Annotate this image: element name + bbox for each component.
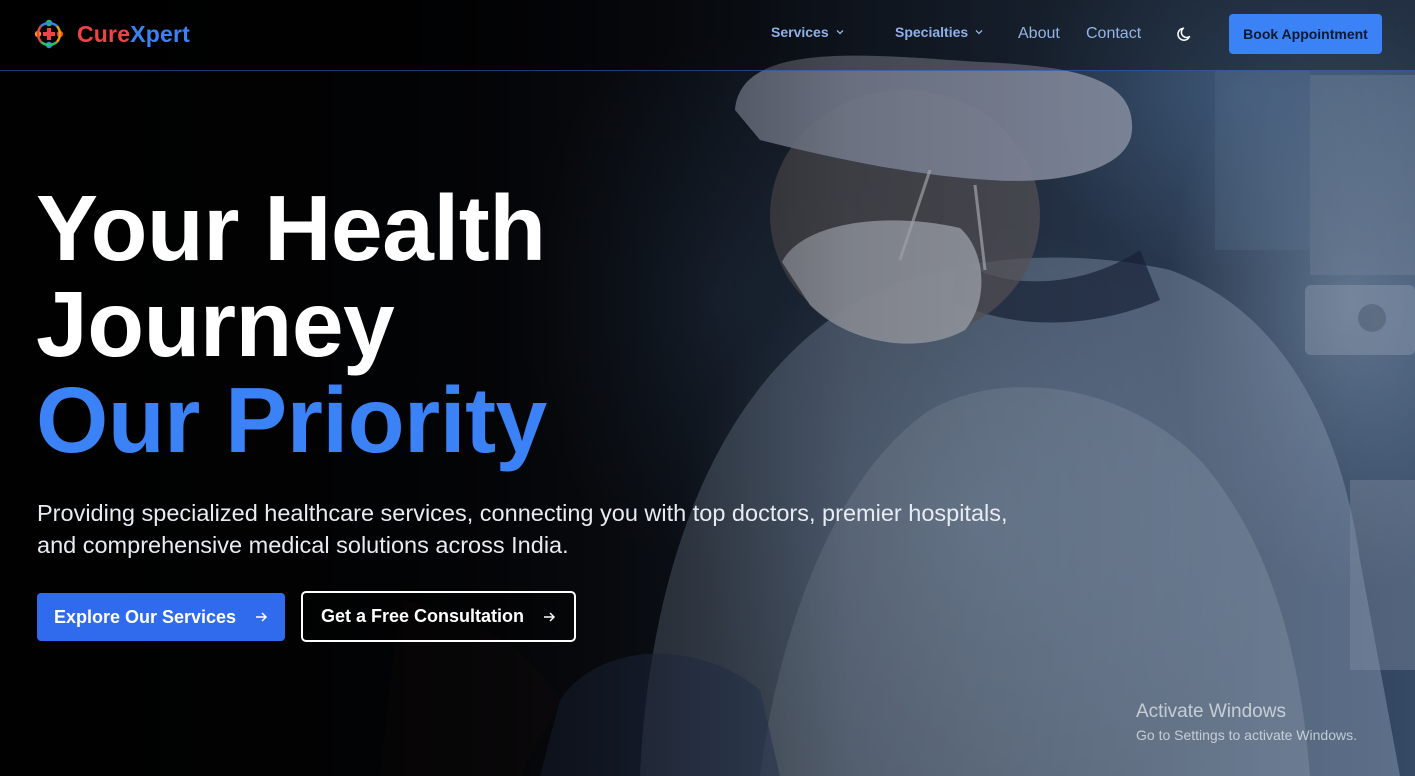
explore-services-button[interactable]: Explore Our Services	[37, 593, 285, 641]
brand-name: CureXpert	[77, 21, 190, 48]
brand-logo-link[interactable]: CureXpert	[33, 16, 190, 52]
headline-line-1: Your Health	[36, 176, 546, 280]
brand-name-part1: Cure	[77, 20, 131, 47]
arrow-right-icon	[256, 612, 268, 622]
arrow-right-icon	[544, 611, 556, 622]
free-consultation-button[interactable]: Get a Free Consultation	[301, 591, 576, 642]
watermark-title: Activate Windows	[1136, 701, 1286, 722]
moon-icon[interactable]	[1176, 25, 1194, 43]
activate-windows-watermark: Activate Windows Go to Settings to activ…	[1136, 700, 1357, 745]
nav-about-link[interactable]: About	[1018, 25, 1060, 43]
top-navbar: CureXpert Services Specialties About Con…	[0, 0, 1415, 71]
watermark-subtitle: Go to Settings to activate Windows.	[1136, 727, 1357, 743]
chevron-down-icon	[836, 30, 844, 35]
nav-services-label: Services	[771, 24, 829, 40]
medical-people-cross-icon	[34, 19, 64, 49]
explore-services-label: Explore Our Services	[53, 606, 237, 627]
nav-contact-link[interactable]: Contact	[1086, 25, 1141, 43]
headline-line-3: Our Priority	[36, 368, 547, 472]
nav-specialties-label: Specialties	[895, 24, 969, 40]
hero-subtext: Providing specialized healthcare service…	[37, 500, 1008, 558]
book-appointment-button[interactable]: Book Appointment	[1229, 14, 1382, 54]
nav-specialties-dropdown[interactable]: Specialties	[895, 24, 984, 40]
nav-services-dropdown[interactable]: Services	[771, 24, 845, 40]
brand-name-part2: Xpert	[130, 20, 190, 47]
hero-headline: Your Health Journey Our Priority	[36, 180, 547, 468]
headline-line-2: Journey	[36, 272, 395, 376]
free-consultation-label: Get a Free Consultation	[320, 606, 525, 626]
chevron-down-icon	[975, 30, 983, 35]
